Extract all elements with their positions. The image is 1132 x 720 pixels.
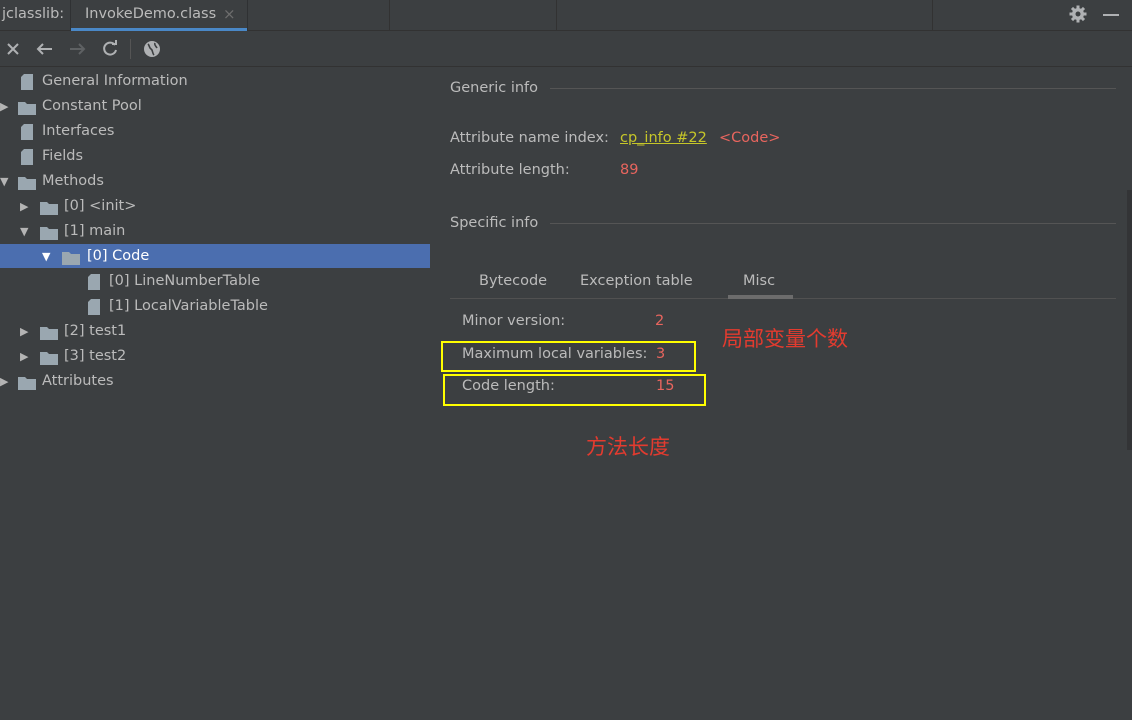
highlight-box-max-locals <box>441 341 696 372</box>
collapse-arrow-icon[interactable]: ▼ <box>42 244 54 269</box>
attribute-length-value: 89 <box>620 162 639 178</box>
expand-arrow-icon[interactable]: ▶ <box>0 94 12 119</box>
tree-item-code-attribute[interactable]: ▼ [0] Code <box>0 244 430 268</box>
active-tab-indicator <box>728 295 793 299</box>
annotation-local-variable-count: 局部变量个数 <box>722 327 848 351</box>
collapse-arrow-icon[interactable]: ▼ <box>0 169 12 194</box>
scrollbar[interactable] <box>1127 190 1132 450</box>
generic-info-title: Generic info <box>450 80 539 96</box>
annotation-method-length: 方法长度 <box>586 435 670 459</box>
tree-item-label: General Information <box>42 73 188 89</box>
navigation-toolbar <box>0 31 1132 67</box>
tree-item-method-test2[interactable]: ▶ [3] test2 <box>0 344 430 369</box>
tree-item-interfaces[interactable]: Interfaces <box>0 119 430 144</box>
tree-item-label: Fields <box>42 148 84 164</box>
tab-close-icon[interactable]: × <box>223 5 236 23</box>
tab-divider <box>389 0 390 31</box>
tree-item-label: [0] LineNumberTable <box>109 273 261 289</box>
attribute-name-value: <Code> <box>719 130 781 146</box>
tab-exception-table[interactable]: Exception table <box>580 273 693 289</box>
cp-info-link[interactable]: cp_info #22 <box>620 130 707 146</box>
section-divider <box>550 88 1116 89</box>
tree-item-constant-pool[interactable]: ▶ Constant Pool <box>0 94 430 119</box>
tool-window-title: jclasslib: <box>2 6 65 22</box>
tree-item-label: Attributes <box>42 373 114 389</box>
file-tab-label[interactable]: InvokeDemo.class <box>85 6 216 22</box>
attribute-tabs: Bytecode Exception table Misc <box>450 268 1116 299</box>
tree-item-label: [1] LocalVariableTable <box>109 298 268 314</box>
toolbar-separator <box>130 39 131 59</box>
tree-item-method-init[interactable]: ▶ [0] <init> <box>0 194 430 219</box>
tree-item-label: Methods <box>42 173 104 189</box>
tree-item-label: Interfaces <box>42 123 115 139</box>
close-icon[interactable] <box>3 39 23 59</box>
minimize-icon[interactable] <box>1103 5 1119 25</box>
tree-item-label: [3] test2 <box>64 348 127 364</box>
forward-arrow-icon[interactable] <box>68 39 88 59</box>
tab-divider <box>556 0 557 31</box>
tree-item-label: [0] <init> <box>64 198 137 214</box>
editor-tab-bar: jclasslib: InvokeDemo.class × <box>0 0 1132 31</box>
tree-item-attributes[interactable]: ▶ Attributes <box>0 369 430 394</box>
tree-item-label: [0] Code <box>87 248 150 264</box>
tree-item-line-number-table[interactable]: [0] LineNumberTable <box>0 269 430 294</box>
tab-divider <box>932 0 933 31</box>
folder-icon <box>18 374 36 399</box>
globe-icon[interactable] <box>142 39 162 59</box>
file-tab[interactable]: InvokeDemo.class × <box>70 0 248 31</box>
expand-arrow-icon[interactable]: ▶ <box>20 319 32 344</box>
minor-version-label: Minor version: <box>462 313 566 329</box>
minor-version-value: 2 <box>655 313 665 329</box>
refresh-icon[interactable] <box>100 39 120 59</box>
tree-item-methods[interactable]: ▼ Methods <box>0 169 430 194</box>
tree-item-local-variable-table[interactable]: [1] LocalVariableTable <box>0 294 430 319</box>
tree-item-method-main[interactable]: ▼ [1] main <box>0 219 430 244</box>
highlight-box-code-length <box>443 374 706 406</box>
expand-arrow-icon[interactable]: ▶ <box>20 194 32 219</box>
tab-bytecode[interactable]: Bytecode <box>479 273 547 289</box>
tree-item-fields[interactable]: Fields <box>0 144 430 169</box>
section-divider <box>550 223 1116 224</box>
expand-arrow-icon[interactable]: ▶ <box>0 369 12 394</box>
collapse-arrow-icon[interactable]: ▼ <box>20 219 32 244</box>
attribute-name-index-label: Attribute name index: <box>450 130 609 146</box>
tree-item-label: Constant Pool <box>42 98 142 114</box>
expand-arrow-icon[interactable]: ▶ <box>20 344 32 369</box>
tree-item-general-information[interactable]: General Information <box>0 69 430 94</box>
tab-misc[interactable]: Misc <box>743 273 775 289</box>
back-arrow-icon[interactable] <box>34 39 54 59</box>
tree-item-label: [1] main <box>64 223 126 239</box>
specific-info-title: Specific info <box>450 215 539 231</box>
tree-item-method-test1[interactable]: ▶ [2] test1 <box>0 319 430 344</box>
gear-icon[interactable] <box>1068 4 1088 24</box>
attribute-length-label: Attribute length: <box>450 162 570 178</box>
tree-item-label: [2] test1 <box>64 323 127 339</box>
class-structure-tree: General Information ▶ Constant Pool Inte… <box>0 68 430 720</box>
